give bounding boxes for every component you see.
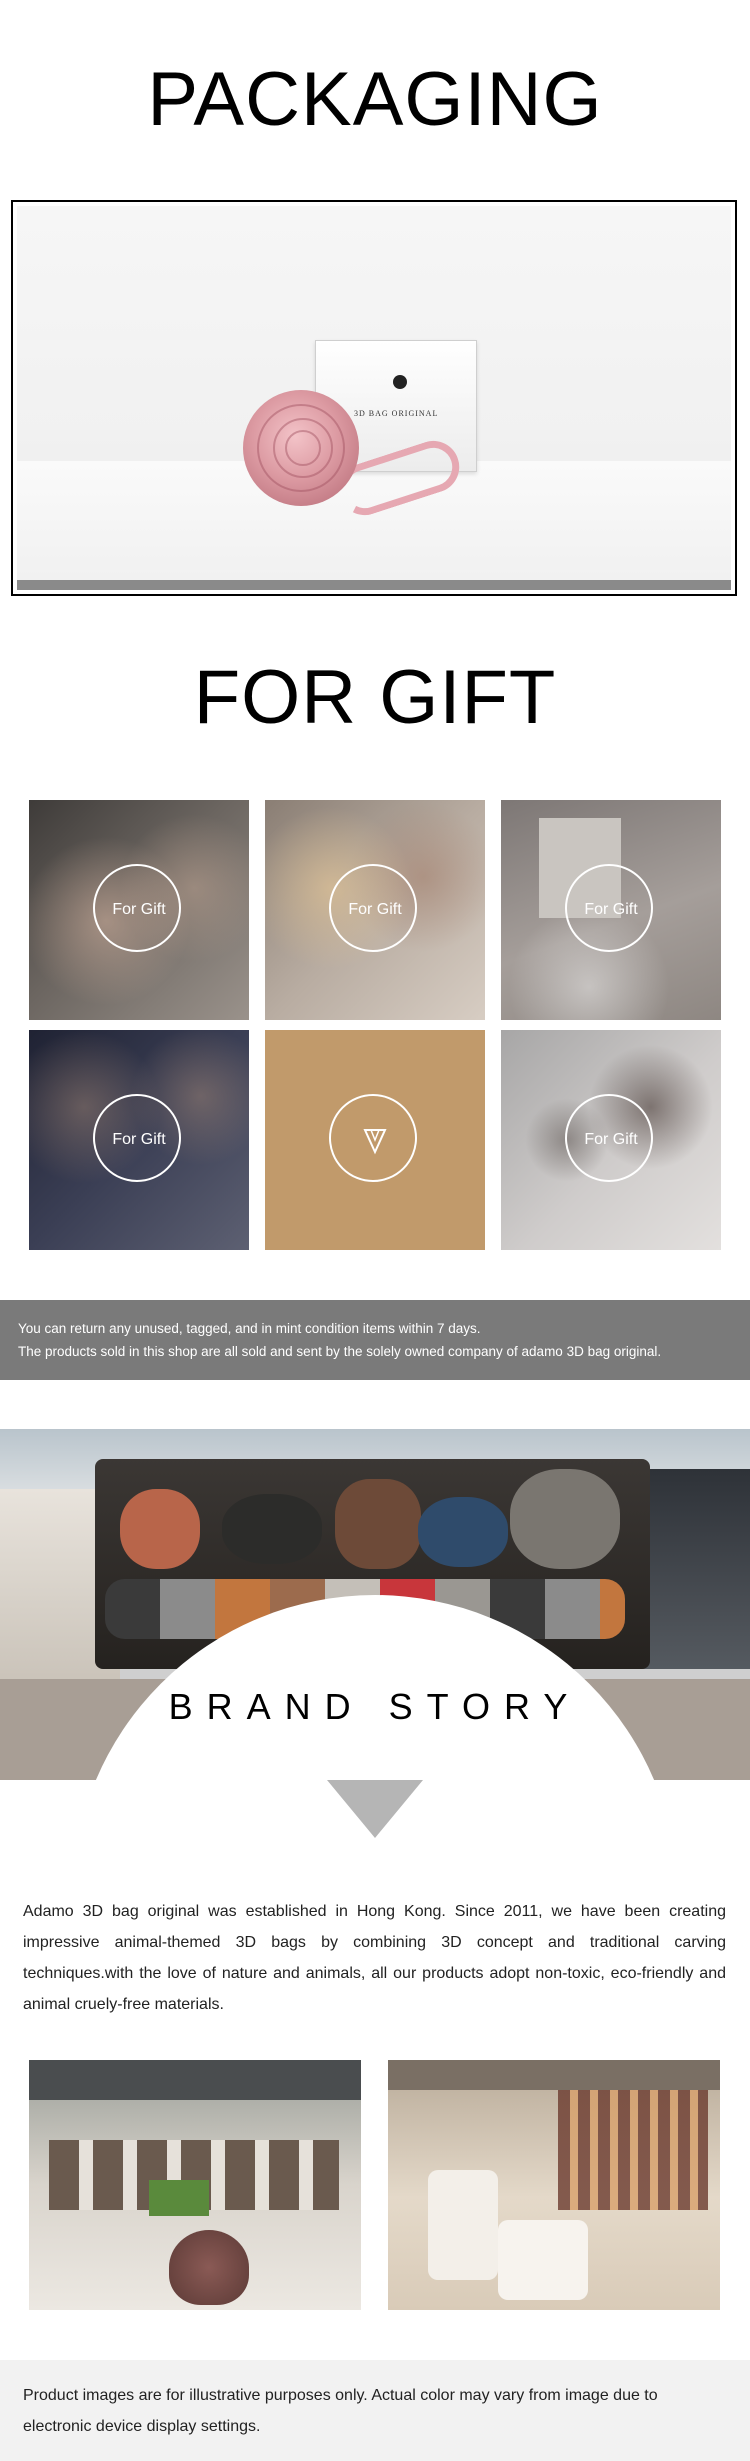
- down-arrow-icon: [327, 1780, 423, 1838]
- gift-tile-label: For Gift: [584, 901, 638, 918]
- packaging-photo-frame: 3D BAG ORIGINAL: [11, 200, 737, 596]
- gift-tile-label: For Gift: [584, 1131, 638, 1148]
- shop-photo-left: [29, 2060, 361, 2310]
- gift-tile-label: For Gift: [348, 901, 402, 918]
- disclaimer-text: Product images are for illustrative purp…: [23, 2387, 658, 2435]
- for-gift-title: FOR GIFT: [193, 655, 557, 740]
- rose-logo-icon: [393, 375, 407, 389]
- gift-tile-family[interactable]: For Gift: [29, 800, 249, 1020]
- brand-story-title: BRAND STORY: [168, 1686, 582, 1727]
- gift-tile-label: For Gift: [112, 1131, 166, 1148]
- gift-tile-friends[interactable]: For Gift: [29, 1030, 249, 1250]
- box-brand-text: 3D BAG ORIGINAL: [354, 409, 439, 418]
- policy-line-1: You can return any unused, tagged, and i…: [18, 1321, 481, 1336]
- shop-photo-right: [388, 2060, 720, 2310]
- gift-tile-coworkers[interactable]: For Gift: [501, 1030, 721, 1250]
- packaging-photo: 3D BAG ORIGINAL: [17, 206, 731, 590]
- return-policy-bar: You can return any unused, tagged, and i…: [0, 1300, 750, 1380]
- gift-tile-couple[interactable]: For Gift: [265, 800, 485, 1020]
- policy-line-2: The products sold in this shop are all s…: [18, 1344, 662, 1359]
- footer-disclaimer-bar: Product images are for illustrative purp…: [0, 2360, 750, 2461]
- packaging-title: PACKAGING: [147, 57, 603, 142]
- gift-grid: For Gift For Gift For Gift For Gift For …: [29, 800, 721, 1250]
- brand-story-text: Adamo 3D bag original was established in…: [23, 1903, 726, 2013]
- triangle-down-outline-icon: [363, 1129, 387, 1155]
- rose-bag-image: [243, 390, 359, 506]
- gift-tile-arrow[interactable]: [265, 1030, 485, 1250]
- gift-tile-colleagues[interactable]: For Gift: [501, 800, 721, 1020]
- gift-tile-label: For Gift: [112, 901, 166, 918]
